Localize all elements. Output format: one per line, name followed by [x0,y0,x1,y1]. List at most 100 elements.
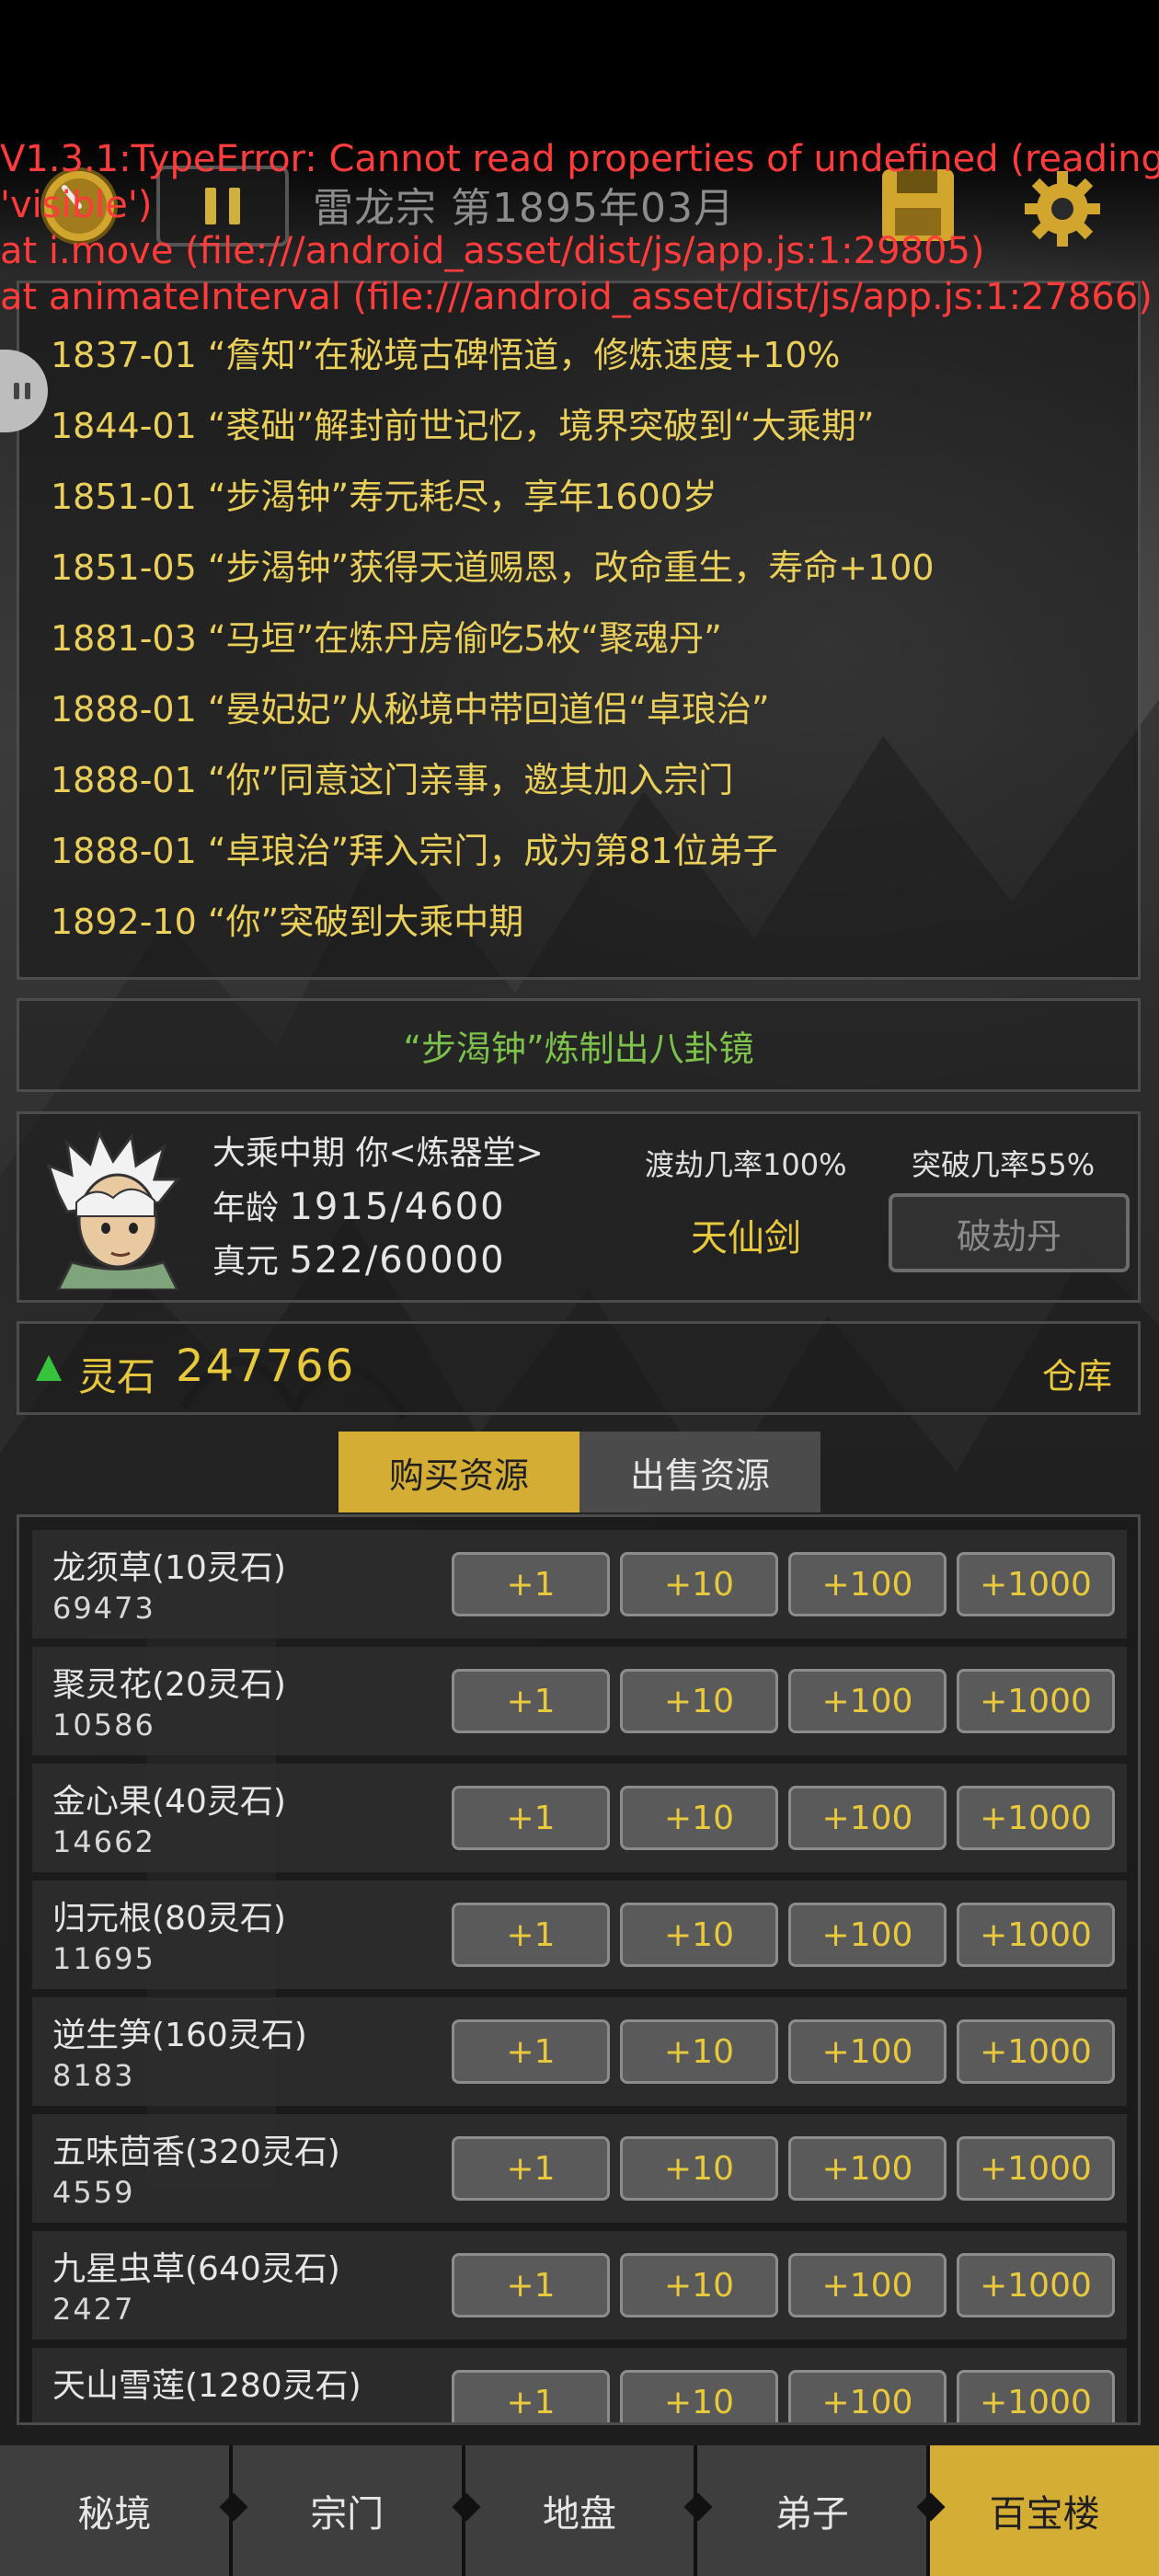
item-name: 金心果(40灵石) [52,1783,286,1821]
tribulation-rate: 渡劫几率100% [645,1147,847,1182]
buy-button[interactable]: +100 [788,2370,947,2422]
shop-item-row: 天山雪莲(1280灵石) +1 +10 +100 +1000 [32,2348,1127,2422]
buy-button[interactable]: +1000 [957,1552,1115,1616]
spirit-stone-label: 灵石 [78,1354,156,1399]
nav-disciples[interactable]: 弟子 [697,2445,946,2576]
item-stock: 8183 [52,2058,135,2093]
buy-button[interactable]: +1000 [957,2019,1115,2084]
pause-button[interactable] [156,166,289,247]
tab-buy[interactable]: 购买资源 [339,1432,580,1512]
buy-button[interactable]: +10 [620,2136,778,2201]
buy-button[interactable]: +100 [788,2253,947,2317]
shop-item-row: 金心果(40灵石) 14662 +1 +10 +100 +1000 [32,1764,1127,1872]
qi-value: 522/60000 [289,1239,506,1282]
qi-label: 真元 [212,1243,280,1281]
log-entry: 1888-01 “晏妃妃”从秘境中带回道侣“卓琅治” [51,689,770,730]
tab-sell[interactable]: 出售资源 [580,1432,820,1512]
buy-button[interactable]: +10 [620,1903,778,1967]
nav-sect[interactable]: 宗门 [232,2445,481,2576]
buy-button[interactable]: +10 [620,1786,778,1850]
trade-tabs: 购买资源 出售资源 [339,1432,820,1512]
buy-button[interactable]: +100 [788,1903,947,1967]
buy-button[interactable]: +1 [452,1903,610,1967]
buy-button[interactable]: +10 [620,1669,778,1733]
shop-item-row: 逆生笋(160灵石) 8183 +1 +10 +100 +1000 [32,1997,1127,2106]
shop-item-row: 九星虫草(640灵石) 2427 +1 +10 +100 +1000 [32,2231,1127,2340]
buy-button[interactable]: +10 [620,2370,778,2422]
spirit-stone-value: 247766 [176,1340,356,1392]
breakthrough-rate: 突破几率55% [912,1147,1096,1182]
log-entry: 1837-01 “詹知”在秘境古碑悟道，修炼速度+10% [51,335,841,375]
character-info: 大乘中期 你<炼器堂> 年龄 1915/4600 真元 522/60000 [212,1127,544,1287]
buy-button[interactable]: +1 [452,2136,610,2201]
item-stock: 10586 [52,1708,155,1742]
item-stock: 2427 [52,2292,135,2327]
avatar[interactable] [40,1129,187,1292]
buy-button[interactable]: +1 [452,2370,610,2422]
pause-icon [205,188,216,224]
event-log-list: 1837-01 “詹知”在秘境古碑悟道，修炼速度+10% 1844-01 “裘础… [51,320,1129,958]
log-entry: 1888-01 “你”同意这门亲事，邀其加入宗门 [51,760,734,800]
buy-button[interactable]: +1 [452,1552,610,1616]
buy-button[interactable]: +1000 [957,2136,1115,2201]
pill-button[interactable]: 破劫丹 [889,1193,1130,1272]
shop-item-row: 龙须草(10灵石) 69473 +1 +10 +100 +1000 [32,1530,1127,1639]
notice-banner: “步渴钟”炼制出八卦镜 [17,998,1141,1092]
shop-item-row: 五味茴香(320灵石) 4559 +1 +10 +100 +1000 [32,2114,1127,2223]
buy-button[interactable]: +100 [788,2019,947,2084]
nav-territory[interactable]: 地盘 [465,2445,713,2576]
speed-clock-icon[interactable] [37,164,121,248]
buy-button[interactable]: +1 [452,1669,610,1733]
gear-icon[interactable] [1021,167,1104,250]
buy-button[interactable]: +100 [788,1786,947,1850]
item-stock: 4559 [52,2175,135,2210]
buy-button[interactable]: +1000 [957,1786,1115,1850]
buy-button[interactable]: +1000 [957,2370,1115,2422]
age-label: 年龄 [212,1190,280,1227]
item-name: 九星虫草(640灵石) [52,2250,340,2288]
buy-button[interactable]: +1000 [957,1669,1115,1733]
log-entry: 1851-05 “步渴钟”获得天道赐恩，改命重生，寿命+100 [51,547,935,588]
realm-line: 大乘中期 你<炼器堂> [212,1134,544,1172]
buy-button[interactable]: +100 [788,2136,947,2201]
buy-button[interactable]: +10 [620,2019,778,2084]
buy-button[interactable]: +1000 [957,1903,1115,1967]
item-stock: 14662 [52,1824,155,1859]
log-entry: 1881-03 “马垣”在炼丹房偷吃5枚“聚魂丹” [51,618,722,659]
buy-button[interactable]: +1 [452,2253,610,2317]
age-value: 1915/4600 [289,1186,506,1228]
item-name: 天山雪莲(1280灵石) [52,2367,361,2405]
equipment-name[interactable]: 天仙剑 [691,1208,801,1261]
log-entry: 1888-01 “卓琅治”拜入宗门，成为第81位弟子 [51,831,778,871]
shop-list[interactable]: 龙须草(10灵石) 69473 +1 +10 +100 +1000 聚灵花(20灵石) 105… [17,1514,1141,2425]
item-name: 五味茴香(320灵石) [52,2133,340,2171]
buy-button[interactable]: +10 [620,1552,778,1616]
buy-button[interactable]: +1 [452,1786,610,1850]
buy-button[interactable]: +1 [452,2019,610,2084]
sect-date-title: 雷龙宗 第1895年03月 [313,185,735,232]
buy-button[interactable]: +10 [620,2253,778,2317]
shop-item-row: 聚灵花(20灵石) 10586 +1 +10 +100 +1000 [32,1647,1127,1755]
event-log-panel[interactable]: 1837-01 “詹知”在秘境古碑悟道，修炼速度+10% 1844-01 “裘础… [17,281,1141,980]
log-entry: 1892-10 “你”突破到大乘中期 [51,902,524,942]
nav-secret-realm[interactable]: 秘境 [0,2445,248,2576]
buy-button[interactable]: +100 [788,1669,947,1733]
item-name: 聚灵花(20灵石) [52,1666,286,1704]
up-arrow-icon [36,1355,62,1381]
item-name: 归元根(80灵石) [52,1900,286,1938]
bottom-nav: 秘境 宗门 地盘 弟子 百宝楼 [0,2445,1159,2576]
log-entry: 1851-01 “步渴钟”寿元耗尽，享年1600岁 [51,477,717,517]
top-bar: 雷龙宗 第1895年03月 [0,147,1159,267]
nav-treasure-house[interactable]: 百宝楼 [930,2445,1159,2576]
shop-item-row: 归元根(80灵石) 11695 +1 +10 +100 +1000 [32,1880,1127,1989]
buy-button[interactable]: +1000 [957,2253,1115,2317]
save-icon[interactable] [878,166,958,245]
resource-bar: 灵石 247766 仓库 [17,1321,1141,1415]
log-entry: 1844-01 “裘础”解封前世记忆，境界突破到“大乘期” [51,406,875,446]
character-panel: 大乘中期 你<炼器堂> 年龄 1915/4600 真元 522/60000 渡劫… [17,1111,1141,1303]
warehouse-button[interactable]: 仓库 [1042,1348,1112,1398]
item-name: 逆生笋(160灵石) [52,2017,307,2054]
item-stock: 69473 [52,1591,155,1626]
item-stock: 11695 [52,1941,155,1976]
buy-button[interactable]: +100 [788,1552,947,1616]
